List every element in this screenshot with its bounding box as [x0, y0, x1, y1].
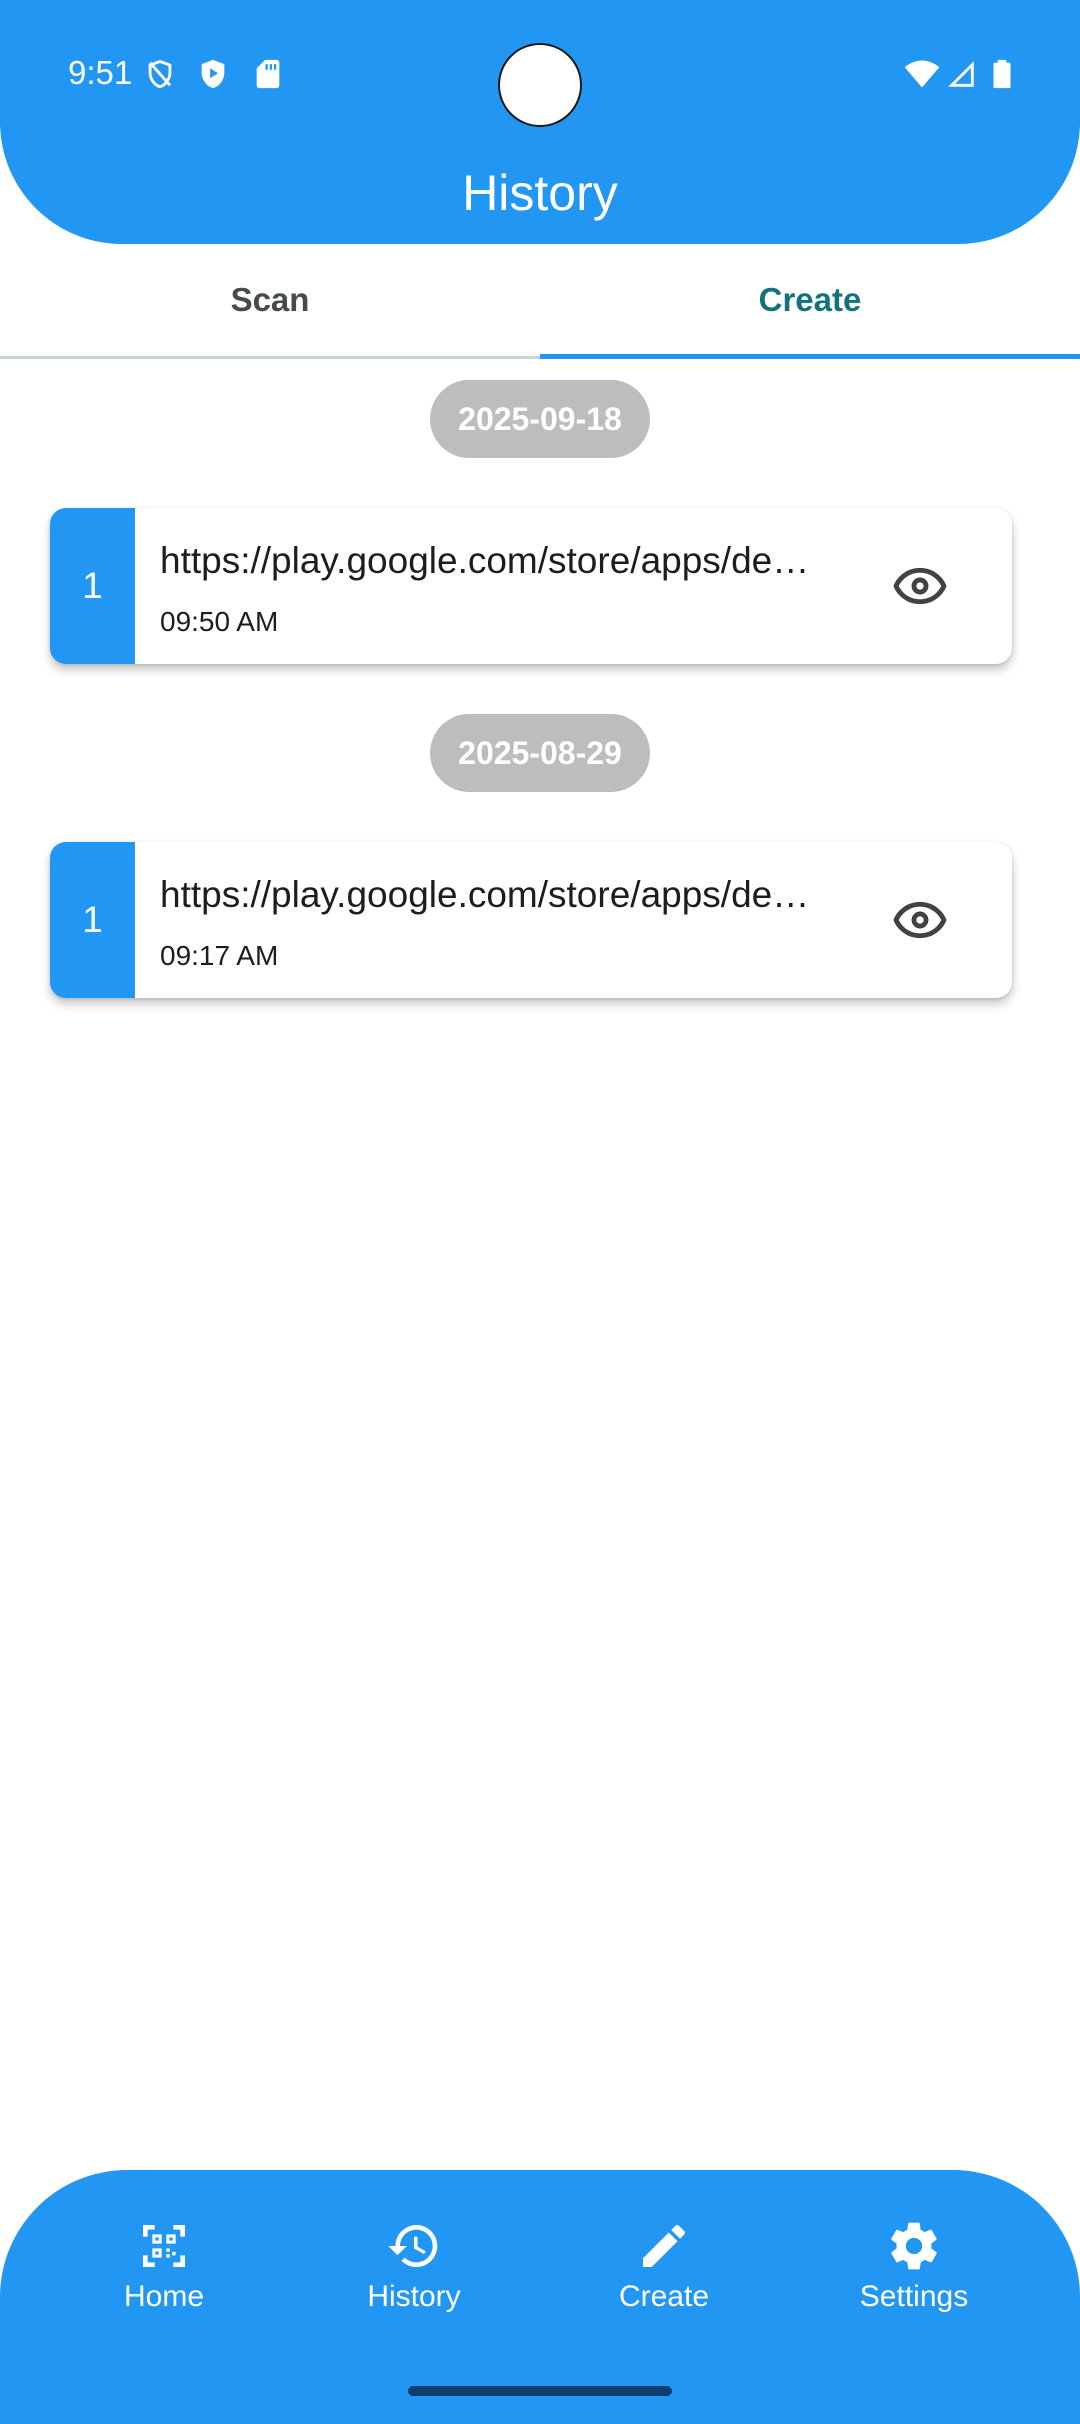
tab-bar: Scan Create	[0, 244, 1080, 360]
nav-history[interactable]: History	[314, 2218, 514, 2338]
status-time: 9:51	[68, 54, 133, 91]
qr-code-icon	[143, 2225, 185, 2267]
signal-icon	[948, 61, 974, 87]
page-title: History	[462, 165, 618, 221]
home-indicator[interactable]	[408, 2386, 672, 2396]
nav-settings[interactable]: Settings	[814, 2218, 1014, 2338]
camera-cutout	[498, 43, 582, 127]
card-index: 1	[50, 842, 135, 998]
history-card[interactable]: 1 https://play.google.com/store/apps/det…	[50, 842, 1012, 998]
date-chip: 2025-09-18	[430, 380, 650, 458]
nav-create[interactable]: Create	[564, 2218, 764, 2338]
status-bar: 9:51	[0, 0, 1080, 150]
gear-icon	[891, 2222, 937, 2270]
date-chip: 2025-08-29	[430, 714, 650, 792]
card-index: 1	[50, 508, 135, 664]
history-icon	[388, 2225, 438, 2267]
card-time: 09:17 AM	[160, 940, 279, 971]
card-url: https://play.google.com/store/apps/detai…	[160, 874, 810, 915]
card-time: 09:50 AM	[160, 606, 279, 637]
card-url: https://play.google.com/store/apps/detai…	[160, 540, 810, 581]
tab-indicator	[540, 354, 1080, 359]
shield-play-icon	[201, 59, 225, 89]
pencil-icon	[643, 2224, 685, 2267]
history-card[interactable]: 1 https://play.google.com/store/apps/det…	[50, 508, 1012, 664]
tab-scan[interactable]: Scan	[0, 244, 540, 356]
battery-icon	[993, 59, 1011, 89]
eye-icon[interactable]	[888, 554, 952, 618]
sd-card-icon	[256, 59, 280, 89]
app-header: 9:51 History	[0, 0, 1080, 244]
nav-home[interactable]: Home	[64, 2218, 264, 2338]
eye-icon[interactable]	[888, 888, 952, 952]
nav-home-label: Home	[123, 2280, 205, 2313]
tab-create[interactable]: Create	[540, 244, 1080, 356]
nav-history-label: History	[367, 2280, 461, 2313]
wifi-icon	[904, 60, 940, 88]
nav-create-label: Create	[618, 2280, 710, 2313]
nav-settings-label: Settings	[859, 2280, 969, 2313]
shield-outline-icon	[148, 59, 172, 89]
